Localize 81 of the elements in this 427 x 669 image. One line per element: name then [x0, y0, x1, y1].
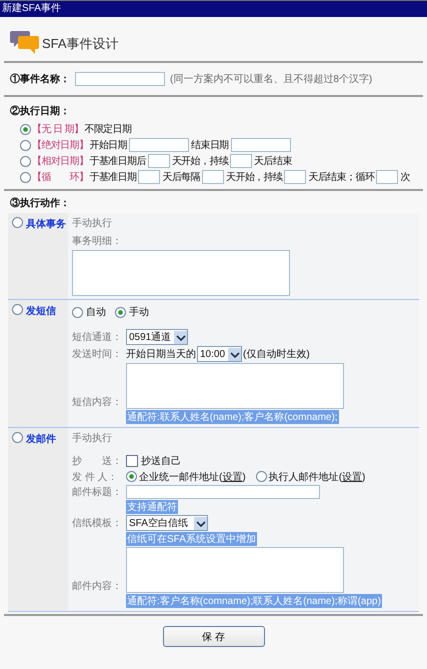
checkbox-label: 抄送自己	[141, 454, 181, 468]
caret-icon	[174, 330, 188, 344]
days-field[interactable]	[376, 170, 398, 184]
mode-text: 手动执行	[72, 216, 113, 230]
chat-bubbles-icon	[10, 28, 40, 55]
text-area[interactable]	[126, 547, 344, 593]
time-prefix: 开始日期当天的	[126, 348, 196, 361]
action-title: 具体事务	[26, 218, 66, 231]
option-text: 天后每隔	[162, 170, 200, 184]
note-text: (仅自动时生效)	[243, 348, 310, 361]
field-label: 短信内容：	[72, 396, 123, 409]
caret-icon	[228, 348, 242, 360]
radio-button[interactable]	[256, 471, 267, 482]
radio-label: 手动	[129, 306, 149, 319]
dropdown[interactable]: SFA空白信纸	[126, 515, 208, 531]
subject-field[interactable]	[126, 485, 320, 499]
option-text: 天开始，持续	[172, 154, 228, 168]
option-text: 天后结束	[254, 154, 292, 168]
field-label: 邮件标题：	[72, 486, 123, 499]
radio-button[interactable]	[12, 217, 23, 228]
settings-link[interactable]: 设置	[342, 472, 362, 482]
option-tag: 【绝对日期】	[32, 138, 88, 152]
radio-label: 企业统一邮件地址(设置)	[139, 470, 246, 484]
field-label: ①事件名称：	[10, 72, 70, 86]
action-title: 发短信	[26, 304, 56, 318]
days-field[interactable]	[148, 154, 170, 168]
option-text: 于基准日期后	[89, 154, 146, 168]
field-label: 信纸模板：	[72, 516, 123, 530]
field-label: 抄 送：	[72, 454, 123, 468]
window-title: 新建SFA事件	[1, 2, 61, 16]
action-title: 发邮件	[26, 432, 56, 446]
text-area[interactable]	[126, 363, 344, 409]
radio-label: 自动	[86, 306, 106, 319]
field-label: 事务明细：	[72, 234, 122, 248]
save-button[interactable]: 保 存	[162, 626, 264, 647]
hint-text: (同一方案内不可以重名、且不得超过8个汉字)	[170, 72, 372, 86]
field-label: 发送时间：	[72, 348, 123, 361]
mode-text: 手动执行	[72, 432, 113, 445]
option-text: 天后结束；循环	[308, 170, 374, 184]
hint-text: 信纸可在SFA系统设置中增加	[126, 532, 257, 546]
checkbox[interactable]	[126, 454, 138, 466]
radio-button[interactable]	[115, 306, 126, 318]
days-field[interactable]	[284, 170, 306, 184]
section-label: ②执行日期：	[10, 104, 70, 118]
radio-button[interactable]	[72, 306, 83, 318]
radio-button[interactable]	[126, 471, 137, 482]
radio-button[interactable]	[12, 432, 23, 443]
radio-button[interactable]	[20, 156, 31, 166]
option-text: 次	[400, 171, 410, 184]
hint-text: 支持通配符	[126, 500, 178, 514]
dropdown[interactable]: 0591通道	[126, 329, 188, 345]
radio-button[interactable]	[20, 172, 31, 182]
days-field[interactable]	[138, 170, 160, 184]
field-label: 发 件 人：	[72, 470, 119, 484]
text-area[interactable]	[72, 250, 290, 296]
date-field[interactable]	[230, 138, 291, 152]
option-text: 于基准日期	[89, 170, 136, 184]
date-field[interactable]	[129, 138, 190, 152]
radio-label: 执行人邮件地址(设置)	[268, 470, 366, 484]
option-tag: 【循 环】	[32, 170, 88, 184]
radio-button[interactable]	[20, 124, 31, 134]
option-tag: 【相对日期】	[32, 154, 88, 168]
option-text: 天开始，持续	[226, 170, 282, 184]
page-title: SFA事件设计	[42, 35, 119, 53]
days-field[interactable]	[202, 170, 224, 184]
hint-text: 通配符:联系人姓名(name);客户名称(comname);	[126, 410, 339, 424]
hint-text: 通配符:客户名称(comname);联系人姓名(name);称谓(app)	[126, 594, 382, 608]
option-text: 开始日期	[89, 138, 128, 152]
dropdown[interactable]: 10:00	[197, 346, 242, 362]
name-field[interactable]	[75, 72, 165, 86]
section-label: ③执行动作：	[10, 198, 70, 209]
field-label: 邮件内容：	[72, 580, 123, 593]
option-text: 结束日期	[191, 138, 229, 152]
field-label: 短信通道：	[72, 330, 123, 344]
caret-icon	[194, 516, 207, 530]
days-field[interactable]	[230, 154, 252, 168]
radio-button[interactable]	[12, 304, 23, 315]
option-tag: 【无 日 期】	[32, 122, 84, 136]
option-text: 不限定日期	[84, 122, 132, 136]
settings-link[interactable]: 设置	[222, 472, 242, 482]
radio-button[interactable]	[20, 140, 31, 150]
